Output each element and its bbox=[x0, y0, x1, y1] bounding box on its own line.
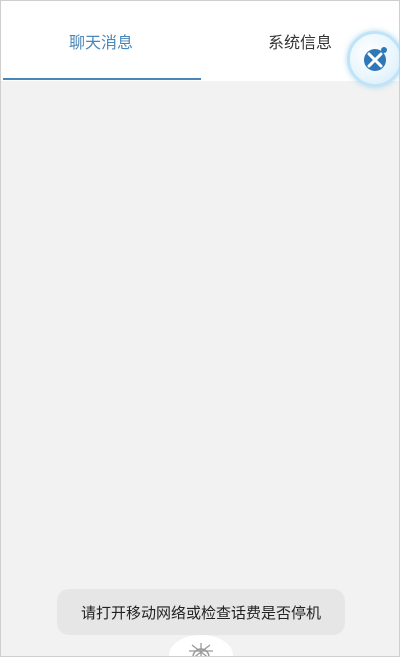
tab-chat-messages[interactable]: 聊天消息 bbox=[1, 1, 201, 81]
floating-action-button[interactable] bbox=[347, 31, 399, 87]
message-list-area bbox=[1, 81, 399, 656]
toast-text: 请打开移动网络或检查话费是否停机 bbox=[80, 603, 321, 622]
toast-message: 请打开移动网络或检查话费是否停机 bbox=[57, 589, 345, 635]
tab-system-info-label: 系统信息 bbox=[267, 33, 332, 52]
app-frame: 聊天消息 系统信息 请打开移动网络或检查话费是否停机 bbox=[0, 0, 400, 657]
active-tab-indicator bbox=[3, 78, 201, 80]
tab-chat-messages-label: 聊天消息 bbox=[68, 33, 133, 52]
ship-helm-icon bbox=[189, 643, 213, 656]
dot-cross-icon bbox=[364, 47, 387, 71]
tab-bar: 聊天消息 系统信息 bbox=[1, 1, 399, 81]
